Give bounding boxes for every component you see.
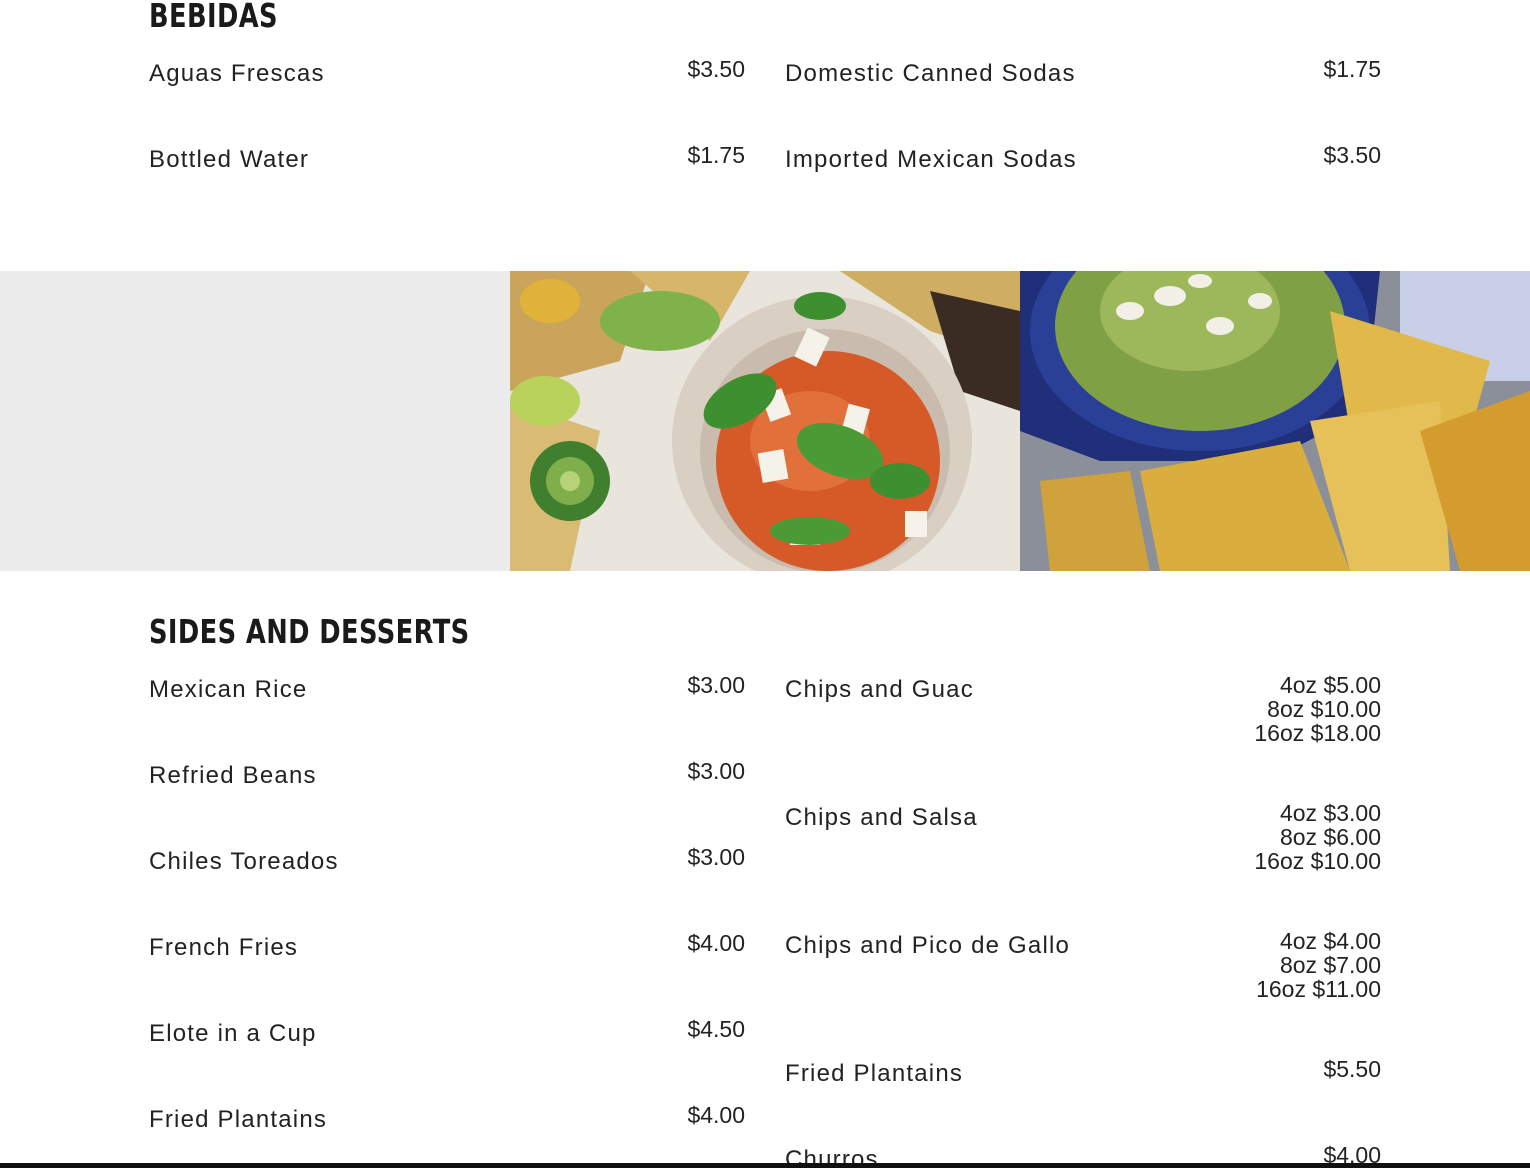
price-option: 4oz $5.00 [1279,672,1381,698]
menu-item-name: Chips and Salsa [785,804,978,831]
bottom-bar [0,1163,1530,1168]
price-option: 8oz $10.00 [1267,696,1381,722]
menu-item-price: $4.00 [687,1102,745,1128]
menu-item-price-list: 4oz $4.00 8oz $7.00 16oz $11.00 [1256,929,1381,1001]
price-option: 8oz $6.00 [1279,824,1381,850]
menu-item-price: $1.75 [687,142,745,168]
menu-item-price: $3.00 [687,844,745,870]
menu-item-name: Chiles Toreados [149,848,339,875]
menu-item-name: Bottled Water [149,146,310,173]
price-option: 16oz $11.00 [1256,976,1381,1002]
price-option: 4oz $4.00 [1279,928,1381,954]
menu-item-price: $4.00 [687,930,745,956]
menu-item-name: French Fries [149,934,299,961]
menu-item-name: Imported Mexican Sodas [785,146,1077,173]
menu-item-price: $5.50 [1323,1056,1381,1082]
menu-item-name: Fried Plantains [785,1060,964,1087]
menu-item-price: $4.50 [687,1016,745,1042]
price-option: 16oz $18.00 [1254,720,1381,746]
section-title-bebidas: BEBIDAS [149,0,278,35]
price-option: 16oz $10.00 [1254,848,1381,874]
menu-item-price: $3.50 [1323,142,1381,168]
menu-item-name: Refried Beans [149,762,317,789]
price-option: 4oz $3.00 [1279,800,1381,826]
salsa-bowl-photo [510,271,1020,571]
sides-right-column: Chips and Guac 4oz $5.00 8oz $10.00 16oz… [785,673,1381,1173]
menu-item-name: Fried Plantains [149,1106,328,1133]
menu-item-price: $1.75 [1323,56,1381,82]
menu-item-name: Aguas Frescas [149,60,325,87]
bebidas-right-column: Domestic Canned Sodas $1.75 Imported Mex… [785,56,1381,210]
bebidas-left-column: Aguas Frescas $3.50 Bottled Water $1.75 [149,56,745,210]
menu-item-name: Mexican Rice [149,676,308,703]
price-option: 8oz $7.00 [1279,952,1381,978]
blank-photo-panel [0,271,510,571]
menu-item-name: Churros [785,1146,879,1173]
sides-left-column: Mexican Rice $3.00 Refried Beans $3.00 C… [149,672,745,1168]
menu-item-price: $3.00 [687,758,745,784]
menu-item-name: Chips and Pico de Gallo [785,932,1071,959]
section-title-sides-and-desserts: SIDES AND DESSERTS [149,612,470,651]
menu-item-name: Chips and Guac [785,676,974,703]
menu-item-name: Domestic Canned Sodas [785,60,1076,87]
menu-item-price: $3.00 [687,672,745,698]
photo-band [0,271,1530,571]
menu-item-price-list: 4oz $3.00 8oz $6.00 16oz $10.00 [1254,801,1381,873]
menu-item-price: $3.50 [687,56,745,82]
menu-item-price-list: 4oz $5.00 8oz $10.00 16oz $18.00 [1254,673,1381,745]
menu-item-name: Elote in a Cup [149,1020,317,1047]
guacamole-chips-photo [1020,271,1530,571]
